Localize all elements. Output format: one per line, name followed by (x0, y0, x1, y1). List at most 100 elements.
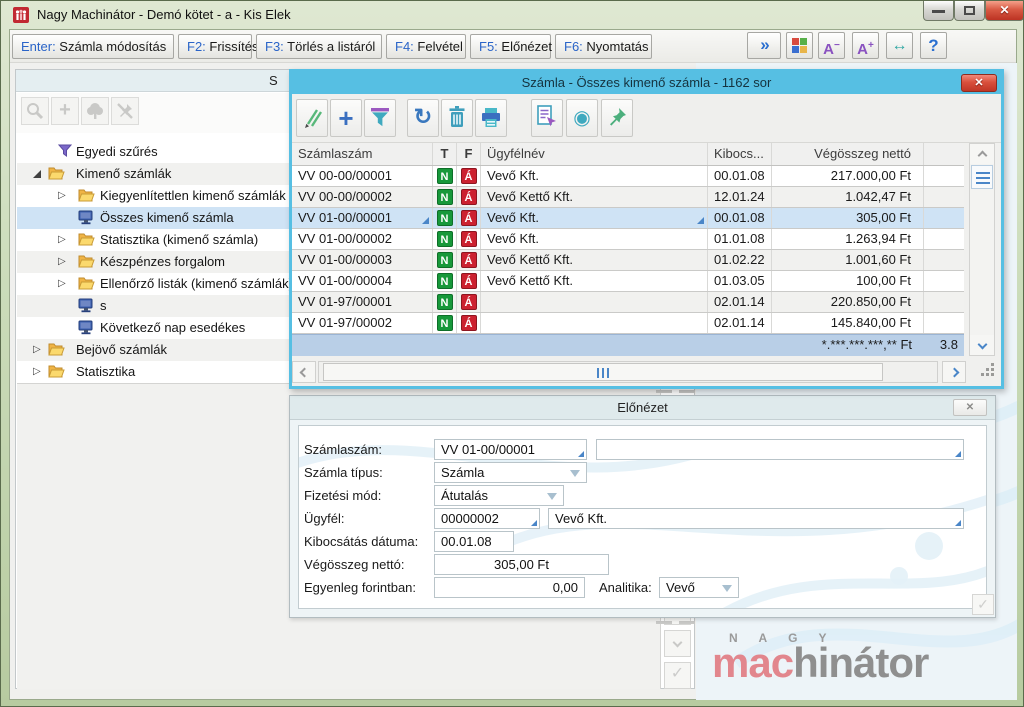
col-header-net-total[interactable]: Végösszeg nettó (772, 143, 924, 165)
nav-triangle-icon (955, 451, 961, 457)
edit-button[interactable] (296, 99, 328, 137)
delete-button[interactable] (441, 99, 473, 137)
table-row[interactable]: VV 00-00/00001 N Á Vevő Kft. 00.01.08 21… (292, 166, 964, 187)
status-badge-t: N (437, 273, 453, 289)
tree-view-button[interactable] (81, 97, 109, 125)
chevron-collapsed-icon[interactable]: ▷ (58, 185, 66, 207)
minimize-button[interactable] (923, 1, 954, 21)
pane-confirm-button[interactable]: ✓ (664, 662, 691, 689)
cell-total: 1.001,60 Ft (772, 250, 924, 270)
pin-button[interactable] (601, 99, 633, 137)
font-larger-button[interactable]: A+ (852, 32, 879, 59)
cell-invoice-number: VV 01-00/00004 (292, 271, 433, 291)
cell-date: 01.02.22 (708, 250, 772, 270)
chevron-collapsed-icon[interactable]: ▷ (33, 361, 41, 383)
report-button[interactable] (531, 99, 563, 137)
maximize-button[interactable] (954, 1, 985, 21)
chevron-collapsed-icon[interactable]: ▷ (33, 339, 41, 361)
horizontal-scroll-track[interactable] (318, 361, 938, 383)
issue-date-field[interactable]: 00.01.08 (434, 531, 514, 552)
filter-button[interactable] (364, 99, 396, 137)
f5-preview-button[interactable]: F5: Előnézet (470, 34, 551, 59)
vertical-scrollbar[interactable] (969, 143, 995, 356)
invoice-type-select[interactable]: Számla (434, 462, 587, 483)
unpin-button[interactable] (111, 97, 139, 125)
search-button[interactable] (21, 97, 49, 125)
cell-invoice-number: VV 00-00/00002 (292, 187, 433, 207)
fit-width-button[interactable]: ↔ (886, 32, 913, 59)
horizontal-scrollbar[interactable] (292, 360, 995, 384)
check-icon: ✓ (977, 596, 989, 612)
splitter-handle[interactable] (656, 621, 672, 624)
chevron-expanded-icon[interactable] (33, 170, 41, 178)
resize-grip[interactable] (986, 368, 989, 371)
folder-icon (78, 254, 95, 268)
f2-refresh-button[interactable]: F2: Frissítés (178, 34, 252, 59)
titlebar[interactable]: Nagy Machinátor - Demó kötet - a - Kis E… (1, 1, 1024, 29)
col-header-f[interactable]: F (457, 143, 481, 165)
splitter-handle[interactable] (656, 390, 672, 393)
color-scheme-button[interactable] (786, 32, 813, 59)
splitter-handle[interactable] (679, 621, 695, 624)
balance-field[interactable]: 0,00 (434, 577, 585, 598)
table-header-row[interactable]: Számlaszám T F Ügyfélnév Kibocs... Végös… (292, 143, 964, 166)
f4-add-button[interactable]: F4: Felvétel (386, 34, 466, 59)
table-row[interactable]: VV 01-00/00002 N Á Vevő Kft. 01.01.08 1.… (292, 229, 964, 250)
table-row-selected[interactable]: VV 01-00/00001 N Á Vevő Kft. 00.01.08 30… (292, 208, 964, 229)
col-header-t[interactable]: T (433, 143, 457, 165)
horizontal-scroll-thumb[interactable] (323, 363, 883, 381)
table-row[interactable]: VV 01-97/00001 N Á 02.01.14 220.850,00 F… (292, 292, 964, 313)
font-smaller-button[interactable]: A− (818, 32, 845, 59)
table-row[interactable]: VV 01-97/00002 N Á 02.01.14 145.840,00 F… (292, 313, 964, 334)
scroll-down-button[interactable] (970, 335, 994, 355)
grip-bars-icon (976, 172, 990, 184)
net-total-field[interactable]: 305,00 Ft (434, 554, 609, 575)
invoice-number-field[interactable]: VV 01-00/00001 (434, 439, 587, 460)
refresh-icon: ↻ (414, 104, 432, 129)
analytics-select[interactable]: Vevő (659, 577, 739, 598)
scroll-left-button[interactable] (292, 361, 316, 383)
f6-print-button[interactable]: F6: Nyomtatás (555, 34, 652, 59)
refresh-button[interactable]: ↻ (407, 99, 439, 137)
preview-confirm-button[interactable]: ✓ (972, 594, 994, 615)
scroll-up-button[interactable] (970, 144, 994, 164)
f3-delete-button[interactable]: F3: Törlés a listáról (256, 34, 382, 59)
scroll-right-button[interactable] (942, 361, 966, 383)
cell-total: 1.042,47 Ft (772, 187, 924, 207)
table-row[interactable]: VV 01-00/00004 N Á Vevő Kettő Kft. 01.03… (292, 271, 964, 292)
print-button[interactable] (475, 99, 507, 137)
cell-invoice-number: VV 01-00/00001 (292, 208, 433, 228)
preview-close-button[interactable]: ✕ (953, 399, 987, 416)
col-header-customer[interactable]: Ügyfélnév (481, 143, 708, 165)
chevron-left-icon (299, 368, 309, 378)
add-button-disabled[interactable]: + (51, 97, 79, 125)
field-label: Egyenleg forintban: (304, 580, 416, 595)
customer-name-field[interactable]: Vevő Kft. (548, 508, 964, 529)
document-select-icon (536, 105, 558, 129)
splitter-handle[interactable] (679, 390, 695, 393)
invoice-number-field-2[interactable] (596, 439, 964, 460)
table-row[interactable]: VV 00-00/00002 N Á Vevő Kettő Kft. 12.01… (292, 187, 964, 208)
chevron-collapsed-icon[interactable]: ▷ (58, 251, 66, 273)
help-button[interactable]: ? (920, 32, 947, 59)
chevron-down-icon (673, 638, 683, 648)
folder-open-icon (48, 166, 65, 180)
col-header-invoice-number[interactable]: Számlaszám (292, 143, 433, 165)
customer-code-field[interactable]: 00000002 (434, 508, 540, 529)
enter-modify-button[interactable]: Enter: Számla módosítás (12, 34, 174, 59)
folder-icon (48, 342, 65, 356)
view-button[interactable]: ◉ (566, 99, 598, 137)
dialog-close-button[interactable]: ✕ (961, 74, 997, 92)
payment-method-select[interactable]: Átutalás (434, 485, 564, 506)
cell-customer (481, 292, 708, 312)
more-commands-button[interactable]: » (747, 32, 781, 59)
add-button[interactable]: + (330, 99, 362, 137)
vertical-scroll-thumb[interactable] (971, 165, 993, 189)
col-header-issue-date[interactable]: Kibocs... (708, 143, 772, 165)
pane-collapse-button[interactable] (664, 630, 691, 657)
table-row[interactable]: VV 01-00/00003 N Á Vevő Kettő Kft. 01.02… (292, 250, 964, 271)
close-button[interactable]: ✕ (985, 1, 1024, 21)
col-header-extra[interactable] (924, 143, 964, 165)
chevron-collapsed-icon[interactable]: ▷ (58, 273, 66, 295)
chevron-collapsed-icon[interactable]: ▷ (58, 229, 66, 251)
